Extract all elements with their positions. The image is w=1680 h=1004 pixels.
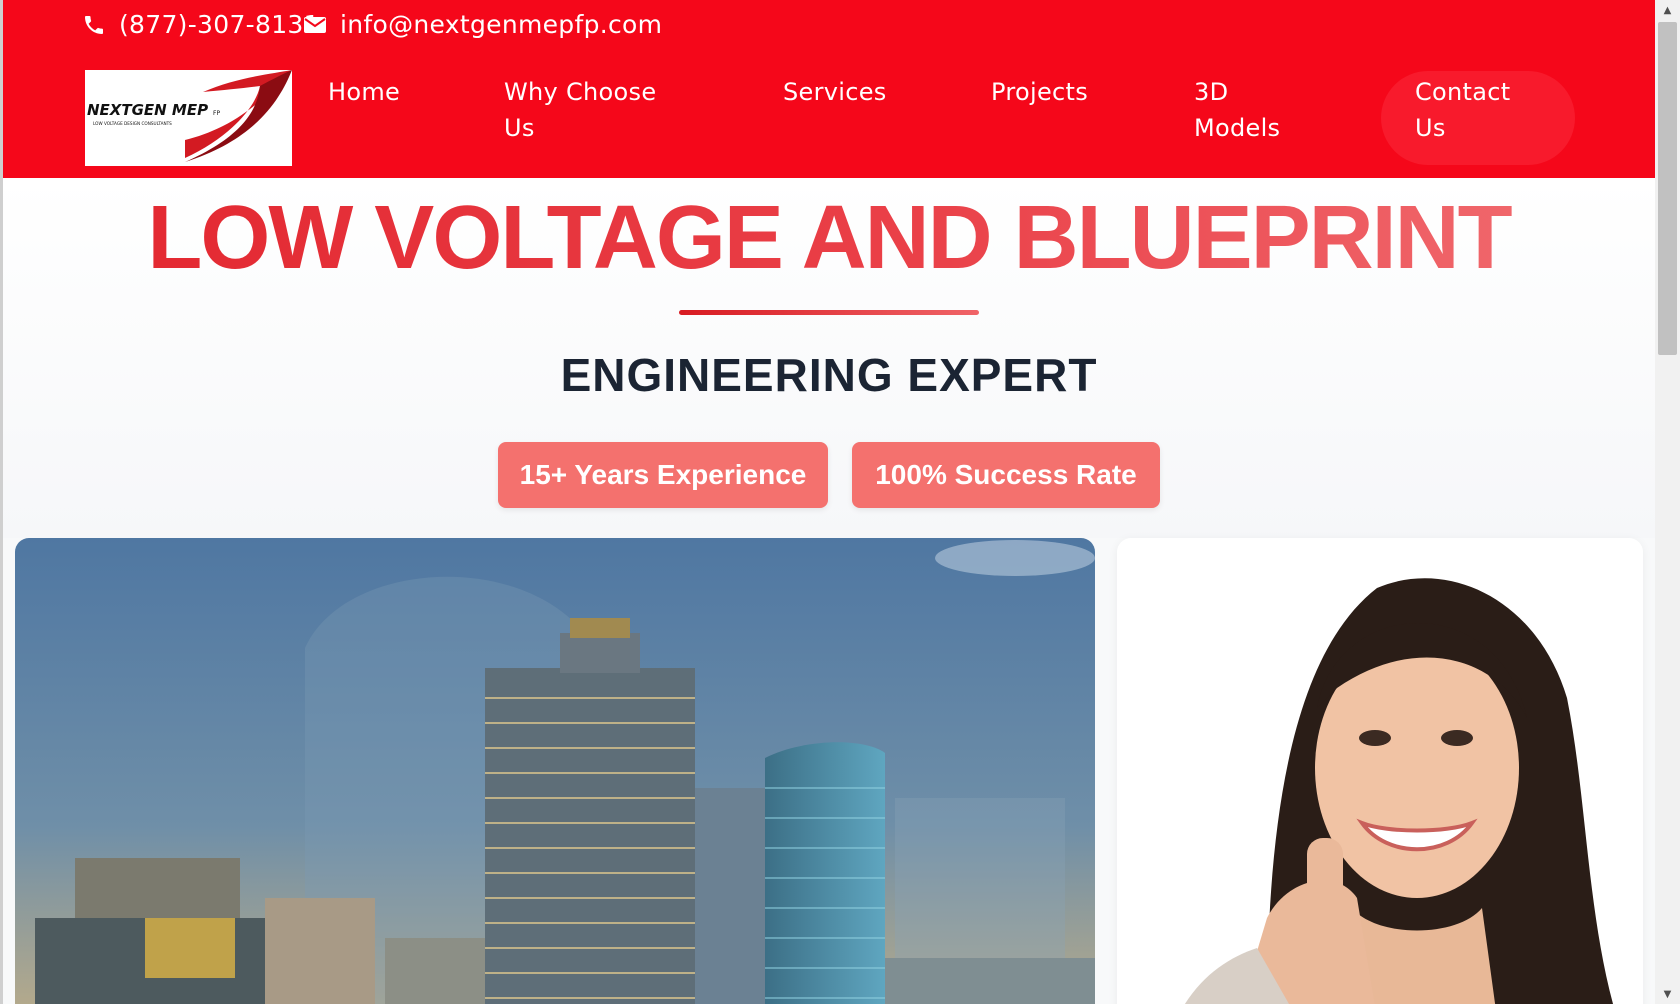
success-rate-badge[interactable]: 100% Success Rate	[852, 442, 1160, 508]
person-photo-card	[1117, 538, 1643, 1004]
scroll-down-arrow-icon[interactable]: ▼	[1655, 984, 1680, 1004]
hero-section: LOW VOLTAGE AND BLUEPRINT ENGINEERING EX…	[3, 178, 1655, 538]
vertical-scrollbar[interactable]: ▲ ▼	[1655, 0, 1680, 1004]
hero-divider	[679, 310, 979, 315]
svg-text:NEXTGEN MEP: NEXTGEN MEP	[87, 101, 208, 119]
phone-number: (877)-307-8131	[119, 10, 320, 39]
email-link[interactable]: info@nextgenmepfp.com	[303, 10, 662, 39]
nav-models-label-line1: 3D	[1194, 78, 1229, 106]
nav-services-label: Services	[783, 78, 887, 106]
nav-why-choose-us[interactable]: Why Choose Us	[504, 74, 656, 146]
top-contact-bar: (877)-307-8131 info@nextgenmepfp.com	[3, 0, 1655, 56]
hero-subtitle: ENGINEERING EXPERT	[560, 349, 1098, 401]
nav-home[interactable]: Home	[328, 74, 400, 110]
nav-home-label: Home	[328, 78, 401, 106]
svg-text:FP: FP	[213, 110, 220, 117]
main-navbar: NEXTGEN MEP FP LOW VOLTAGE DESIGN CONSUL…	[3, 56, 1655, 178]
nav-projects[interactable]: Projects	[991, 74, 1088, 110]
smiling-woman-thumbs-up-illustration	[1185, 578, 1614, 1004]
phone-link[interactable]: (877)-307-8131	[82, 10, 320, 39]
nav-projects-label: Projects	[991, 78, 1089, 106]
nav-services[interactable]: Services	[783, 74, 887, 110]
site-logo[interactable]: NEXTGEN MEP FP LOW VOLTAGE DESIGN CONSUL…	[85, 70, 292, 166]
phone-icon	[85, 15, 103, 34]
nav-contact-label: Contact Us	[1415, 74, 1510, 146]
city-skyline-image	[15, 538, 1095, 1004]
nav-why-label-line1: Why Choose	[504, 78, 657, 106]
svg-text:LOW VOLTAGE DESIGN CONSULTANTS: LOW VOLTAGE DESIGN CONSULTANTS	[93, 121, 172, 126]
experience-badge[interactable]: 15+ Years Experience	[498, 442, 828, 508]
nav-contact-us[interactable]: Contact Us	[1381, 71, 1575, 165]
hero-title: LOW VOLTAGE AND BLUEPRINT	[3, 188, 1655, 288]
city-skyline-illustration	[15, 538, 1095, 1004]
envelope-icon	[304, 16, 326, 33]
email-address: info@nextgenmepfp.com	[340, 10, 663, 39]
logo-graphic: NEXTGEN MEP FP LOW VOLTAGE DESIGN CONSUL…	[87, 70, 292, 162]
nav-3d-models[interactable]: 3D Models	[1194, 74, 1280, 146]
nav-why-label-line2: Us	[504, 114, 535, 142]
page: (877)-307-8131 info@nextgenmepfp.com NEX…	[3, 0, 1655, 1004]
nav-contact-label-line2: Us	[1415, 114, 1446, 142]
scrollbar-thumb[interactable]	[1658, 22, 1677, 355]
nav-models-label-line2: Models	[1194, 114, 1281, 142]
scroll-up-arrow-icon[interactable]: ▲	[1655, 0, 1680, 20]
nav-contact-label-line1: Contact	[1415, 78, 1511, 106]
